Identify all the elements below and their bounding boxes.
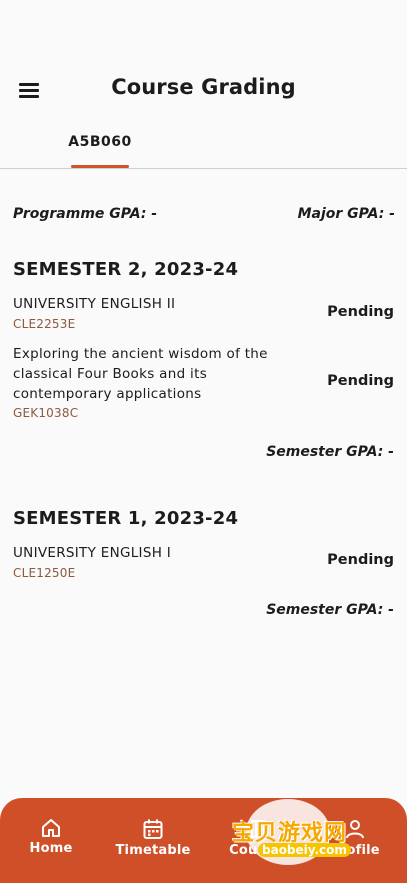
tab-indicator bbox=[71, 165, 129, 168]
book-icon bbox=[251, 820, 265, 838]
nav-timetable-label: Timetable bbox=[115, 843, 191, 858]
nav-home-label: Home bbox=[29, 841, 73, 856]
semester-title: SEMESTER 2, 2023-24 bbox=[13, 259, 239, 280]
app-bar: Course Grading bbox=[0, 60, 407, 120]
tab-a5b060[interactable]: A5B060 bbox=[60, 134, 140, 150]
semester-gpa: Semester GPA: - bbox=[266, 444, 394, 460]
course-status: Pending bbox=[327, 552, 394, 568]
course-code: CLE1250E bbox=[13, 566, 76, 580]
calendar-icon bbox=[143, 819, 163, 839]
tab-bar: A5B060 bbox=[0, 120, 407, 169]
semester-title: SEMESTER 1, 2023-24 bbox=[13, 508, 239, 529]
course-name-line: contemporary applications bbox=[13, 386, 202, 402]
course-name: UNIVERSITY ENGLISH I bbox=[13, 545, 172, 561]
major-gpa: Major GPA: - bbox=[297, 206, 395, 222]
page-title: Course Grading bbox=[111, 75, 296, 99]
nav-timetable[interactable]: Timetable bbox=[108, 818, 198, 858]
course-code: GEK1038C bbox=[13, 406, 79, 420]
nav-profile[interactable]: Profile bbox=[310, 818, 400, 858]
course-name-line: Exploring the ancient wisdom of the bbox=[13, 346, 268, 362]
semester-gpa: Semester GPA: - bbox=[266, 602, 394, 618]
course-name: Exploring the ancient wisdom of the clas… bbox=[13, 344, 268, 404]
nav-courses[interactable]: Courses bbox=[214, 818, 304, 858]
nav-profile-label: Profile bbox=[330, 843, 380, 858]
nav-home[interactable]: Home bbox=[6, 818, 96, 856]
programme-gpa: Programme GPA: - bbox=[13, 206, 158, 222]
home-icon bbox=[42, 819, 60, 837]
person-icon bbox=[346, 820, 364, 839]
bottom-navigation: Home Timetable Courses Profile bbox=[0, 798, 407, 883]
course-name-line: classical Four Books and its bbox=[13, 366, 208, 382]
course-status: Pending bbox=[327, 373, 394, 389]
course-name: UNIVERSITY ENGLISH II bbox=[13, 296, 176, 312]
course-status: Pending bbox=[327, 304, 394, 320]
nav-courses-label: Courses bbox=[229, 843, 289, 858]
course-code: CLE2253E bbox=[13, 317, 76, 331]
